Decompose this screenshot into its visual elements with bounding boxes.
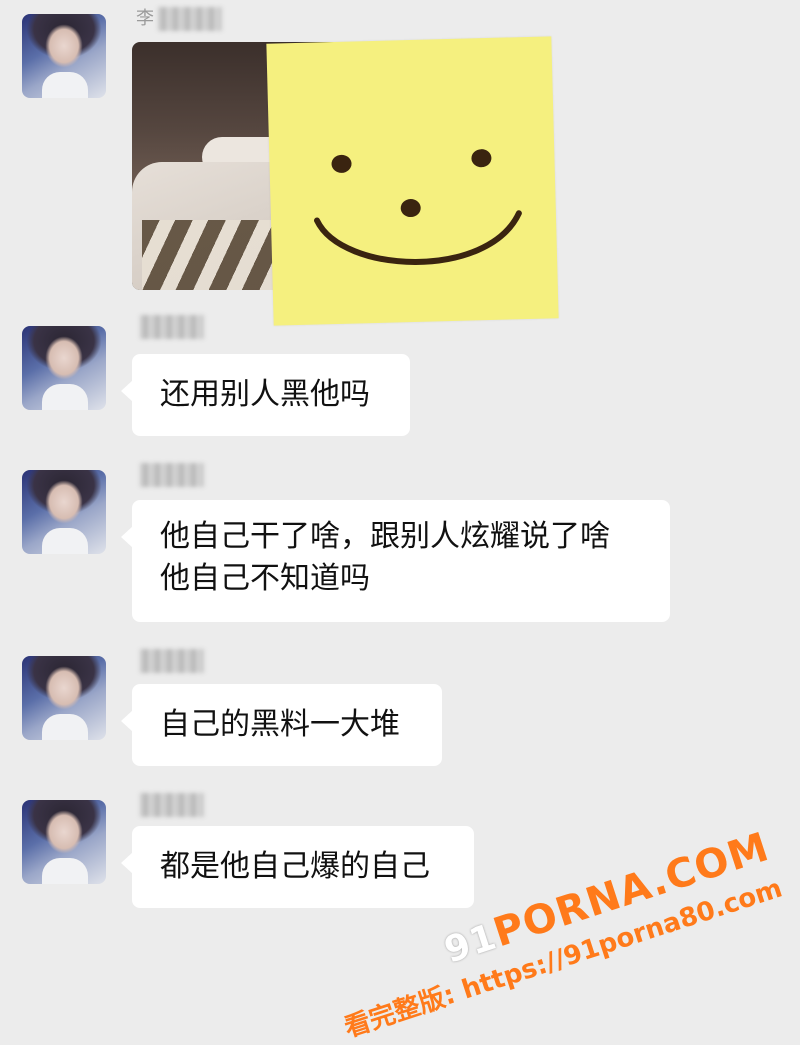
sender-avatar[interactable]	[22, 326, 106, 410]
message-text-line: 他自己不知道吗	[160, 561, 370, 596]
smiley-sticker-icon	[266, 36, 559, 326]
name-redaction	[140, 649, 204, 673]
message-bubble[interactable]: 他自己干了啥，跟别人炫耀说了啥 他自己不知道吗	[121, 500, 670, 622]
name-redaction	[140, 315, 204, 339]
name-redaction	[140, 793, 204, 817]
sender-avatar[interactable]	[22, 14, 106, 98]
message-bubble[interactable]: 自己的黑料一大堆	[121, 684, 442, 766]
sender-name	[136, 646, 204, 676]
sender-avatar[interactable]	[22, 470, 106, 554]
message-bubble[interactable]: 都是他自己爆的自己	[121, 826, 474, 908]
message-bubble[interactable]: 还用别人黑他吗	[121, 354, 410, 436]
sender-avatar[interactable]	[22, 800, 106, 884]
message-text: 都是他自己爆的自己	[160, 849, 430, 884]
name-redaction	[140, 463, 204, 487]
sender-name	[136, 460, 204, 490]
message-text: 自己的黑料一大堆	[160, 707, 400, 742]
sender-name	[136, 312, 204, 342]
message-text-line: 他自己干了啥，跟别人炫耀说了啥	[160, 519, 610, 554]
name-redaction	[158, 7, 222, 31]
message-text: 还用别人黑他吗	[160, 377, 370, 412]
sender-name	[136, 790, 204, 820]
sender-avatar[interactable]	[22, 656, 106, 740]
sender-name: 李	[136, 4, 222, 34]
